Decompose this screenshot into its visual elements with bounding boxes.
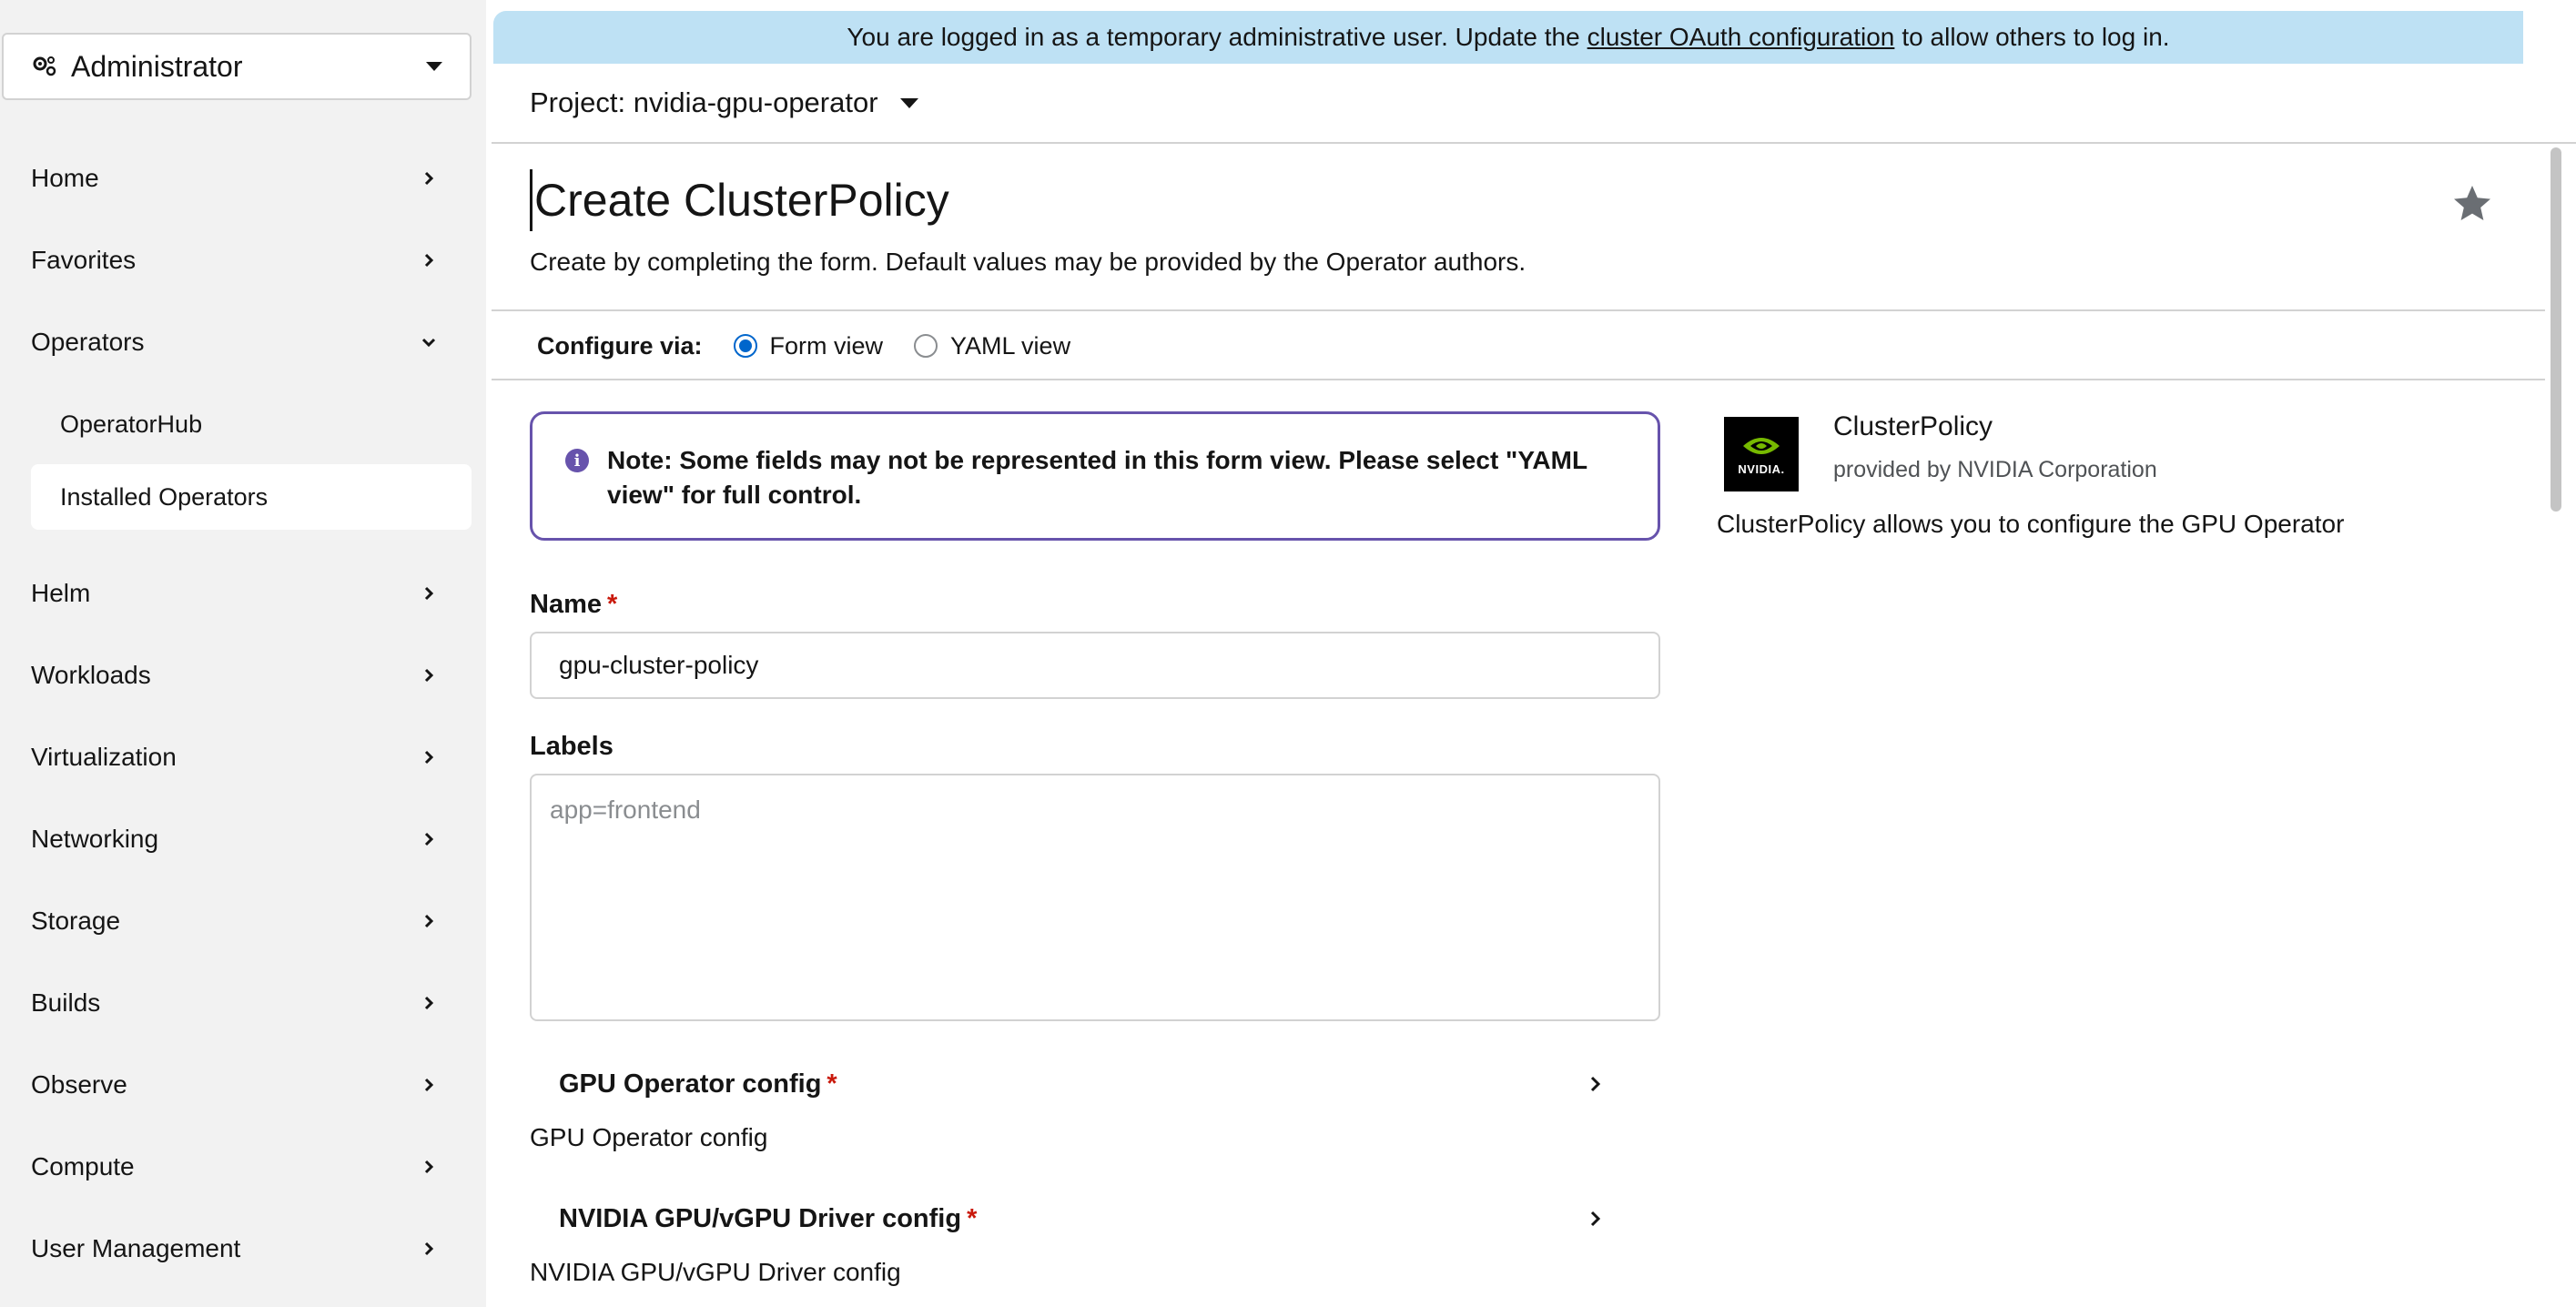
nav-label: Workloads (31, 661, 151, 689)
chevron-right-icon (1590, 1211, 1601, 1227)
chevron-right-icon (424, 668, 434, 683)
chevron-right-icon (1590, 1076, 1601, 1092)
form-view-label[interactable]: Form view (770, 332, 884, 360)
name-field-label: Name * (530, 590, 617, 620)
nav-label: Storage (31, 907, 121, 935)
operator-name: ClusterPolicy (1833, 411, 1993, 441)
chevron-right-icon (424, 996, 434, 1010)
logo-text: NVIDIA. (1738, 461, 1785, 476)
note-text: Note: Some fields may not be represented… (607, 446, 1587, 509)
project-bar: Project: nvidia-gpu-operator (492, 64, 2576, 144)
chevron-right-icon (424, 1160, 434, 1174)
nav-label: Installed Operators (60, 482, 269, 511)
caret-down-icon (426, 62, 442, 71)
yaml-view-radio[interactable] (914, 334, 938, 358)
page-description: Create by completing the form. Default v… (530, 248, 1526, 276)
gpu-operator-config-expander[interactable]: GPU Operator config * (559, 1061, 1660, 1107)
chevron-right-icon (424, 1078, 434, 1092)
nav-workloads[interactable]: Workloads (0, 643, 486, 707)
divider (492, 309, 2545, 311)
labels-input[interactable] (530, 774, 1660, 1021)
oauth-config-link[interactable]: cluster OAuth configuration (1587, 23, 1895, 52)
gpu-operator-config-helper: GPU Operator config (530, 1123, 768, 1151)
banner-suffix: to allow others to log in. (1902, 23, 2170, 51)
nav-label: Home (31, 164, 99, 192)
nav-label: Operators (31, 328, 145, 356)
name-input[interactable] (530, 632, 1660, 699)
chevron-right-icon (424, 586, 434, 601)
chevron-down-icon (421, 338, 436, 348)
operator-provider: provided by NVIDIA Corporation (1833, 457, 2157, 482)
configure-label: Configure via: (537, 331, 703, 360)
form-view-note-alert: i Note: Some fields may not be represent… (530, 411, 1660, 541)
section-title: NVIDIA GPU/vGPU Driver config (559, 1203, 962, 1233)
labels-field-label: Labels (530, 732, 614, 761)
section-title: GPU Operator config (559, 1069, 822, 1099)
form-view-radio[interactable] (733, 334, 757, 358)
nav-observe[interactable]: Observe (0, 1053, 486, 1117)
nav-label: Observe (31, 1070, 127, 1099)
chevron-right-icon (424, 750, 434, 765)
scrollbar[interactable] (2551, 147, 2561, 512)
main-content: You are logged in as a temporary adminis… (492, 0, 2576, 1307)
driver-config-expander[interactable]: NVIDIA GPU/vGPU Driver config * (559, 1196, 1660, 1241)
divider (492, 379, 2545, 380)
chevron-right-icon (424, 171, 434, 186)
perspective-switcher[interactable]: Administrator (2, 33, 472, 100)
nav-favorites[interactable]: Favorites (0, 228, 486, 292)
nav-label: Builds (31, 988, 101, 1017)
required-mark: * (607, 590, 618, 619)
nvidia-eye-icon (1743, 437, 1780, 454)
caret-down-icon (899, 97, 918, 108)
chevron-right-icon (424, 832, 434, 846)
yaml-view-label[interactable]: YAML view (950, 332, 1070, 360)
star-icon[interactable] (2450, 182, 2494, 226)
nav-operators[interactable]: Operators (0, 310, 486, 374)
nav-label: User Management (31, 1234, 241, 1262)
chevron-right-icon (424, 253, 434, 268)
configure-via: Configure via: Form view YAML view (537, 328, 1101, 364)
nav-label: Favorites (31, 246, 137, 274)
nav-compute[interactable]: Compute (0, 1135, 486, 1199)
name-label-text: Name (530, 590, 602, 619)
cogs-icon (33, 56, 56, 76)
page-title: Create ClusterPolicy (530, 169, 949, 231)
chevron-right-icon (424, 914, 434, 928)
temp-admin-banner: You are logged in as a temporary adminis… (493, 11, 2523, 64)
nav-user-management[interactable]: User Management (0, 1217, 486, 1281)
nav-label: Virtualization (31, 743, 177, 771)
nav-label: Helm (31, 579, 91, 607)
info-circle-icon: i (565, 449, 589, 472)
perspective-label: Administrator (71, 49, 243, 83)
required-mark: * (967, 1203, 978, 1233)
nav-label: Compute (31, 1152, 135, 1180)
nav-builds[interactable]: Builds (0, 971, 486, 1035)
nav-label: OperatorHub (60, 410, 203, 438)
nav-installed-operators[interactable]: Installed Operators (31, 464, 472, 530)
nav-label: Networking (31, 825, 159, 853)
project-selector[interactable]: Project: nvidia-gpu-operator (530, 86, 918, 119)
project-label: Project: nvidia-gpu-operator (530, 86, 878, 118)
operator-description: ClusterPolicy allows you to configure th… (1717, 510, 2345, 538)
driver-config-helper: NVIDIA GPU/vGPU Driver config (530, 1258, 901, 1286)
nvidia-logo: NVIDIA. (1724, 417, 1799, 491)
nav-virtualization[interactable]: Virtualization (0, 725, 486, 789)
nav-operatorhub[interactable]: OperatorHub (31, 391, 472, 457)
nav-storage[interactable]: Storage (0, 889, 486, 953)
nav-networking[interactable]: Networking (0, 807, 486, 871)
nav-home[interactable]: Home (0, 147, 486, 210)
banner-prefix: You are logged in as a temporary adminis… (847, 23, 1580, 51)
chevron-right-icon (424, 1241, 434, 1256)
sidebar: Administrator Home Favorites Operators O… (0, 0, 486, 1307)
nav-helm[interactable]: Helm (0, 562, 486, 625)
required-mark: * (827, 1069, 837, 1099)
